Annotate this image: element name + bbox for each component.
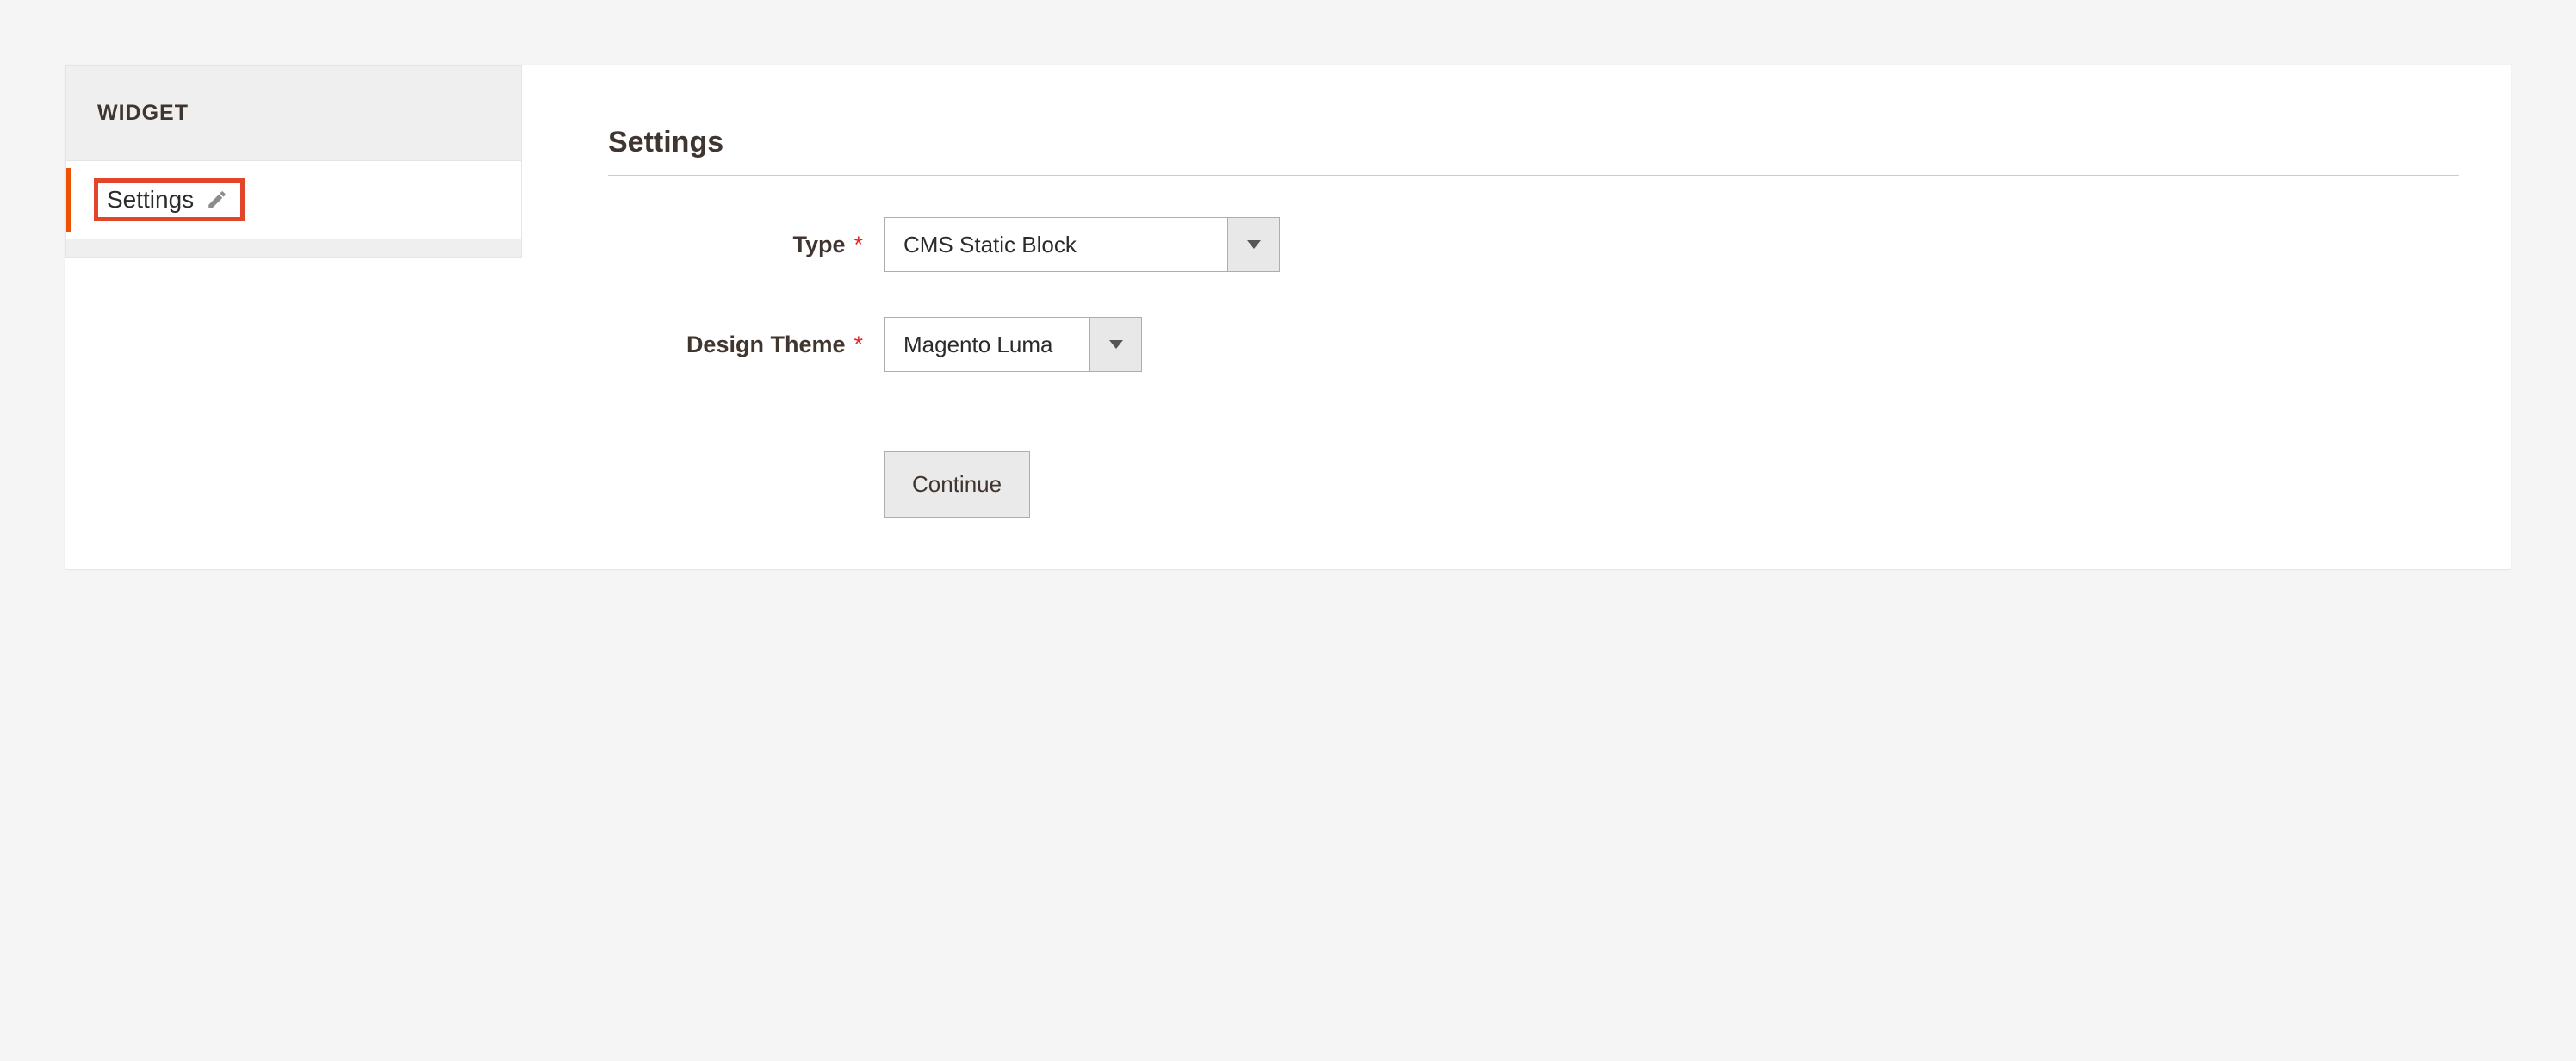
pencil-icon <box>206 189 228 211</box>
required-indicator: * <box>853 233 863 257</box>
section-rule <box>608 175 2459 176</box>
sidebar-header: WIDGET <box>65 65 522 161</box>
sidebar-body: Settings <box>65 161 522 239</box>
sidebar-item-highlight: Settings <box>94 178 245 221</box>
design-theme-label-wrap: Design Theme * <box>608 332 884 358</box>
type-select-arrow <box>1227 218 1279 271</box>
chevron-down-icon <box>1247 240 1261 249</box>
content-area: Settings Type * CMS Static Block Design … <box>522 65 2511 569</box>
widget-panel: WIDGET Settings Settings Type * CMS <box>65 65 2511 570</box>
design-theme-select[interactable]: Magento Luma <box>884 317 1142 372</box>
design-theme-select-value: Magento Luma <box>885 332 1089 358</box>
design-theme-label: Design Theme <box>686 332 846 358</box>
type-select[interactable]: CMS Static Block <box>884 217 1280 272</box>
continue-button-label: Continue <box>912 471 1002 497</box>
sidebar-footer <box>65 239 522 258</box>
required-indicator: * <box>853 333 863 357</box>
sidebar: WIDGET Settings <box>65 65 522 569</box>
section-title: Settings <box>608 126 2459 159</box>
design-theme-select-arrow <box>1089 318 1141 371</box>
type-select-value: CMS Static Block <box>885 232 1227 258</box>
chevron-down-icon <box>1109 340 1123 349</box>
type-label: Type <box>792 232 845 258</box>
continue-button[interactable]: Continue <box>884 451 1030 518</box>
sidebar-item-settings[interactable]: Settings <box>66 161 521 239</box>
sidebar-header-label: WIDGET <box>97 101 189 125</box>
form-row-design-theme: Design Theme * Magento Luma <box>608 317 2459 372</box>
type-label-wrap: Type * <box>608 232 884 258</box>
sidebar-item-label: Settings <box>107 186 194 214</box>
form-row-type: Type * CMS Static Block <box>608 217 2459 272</box>
